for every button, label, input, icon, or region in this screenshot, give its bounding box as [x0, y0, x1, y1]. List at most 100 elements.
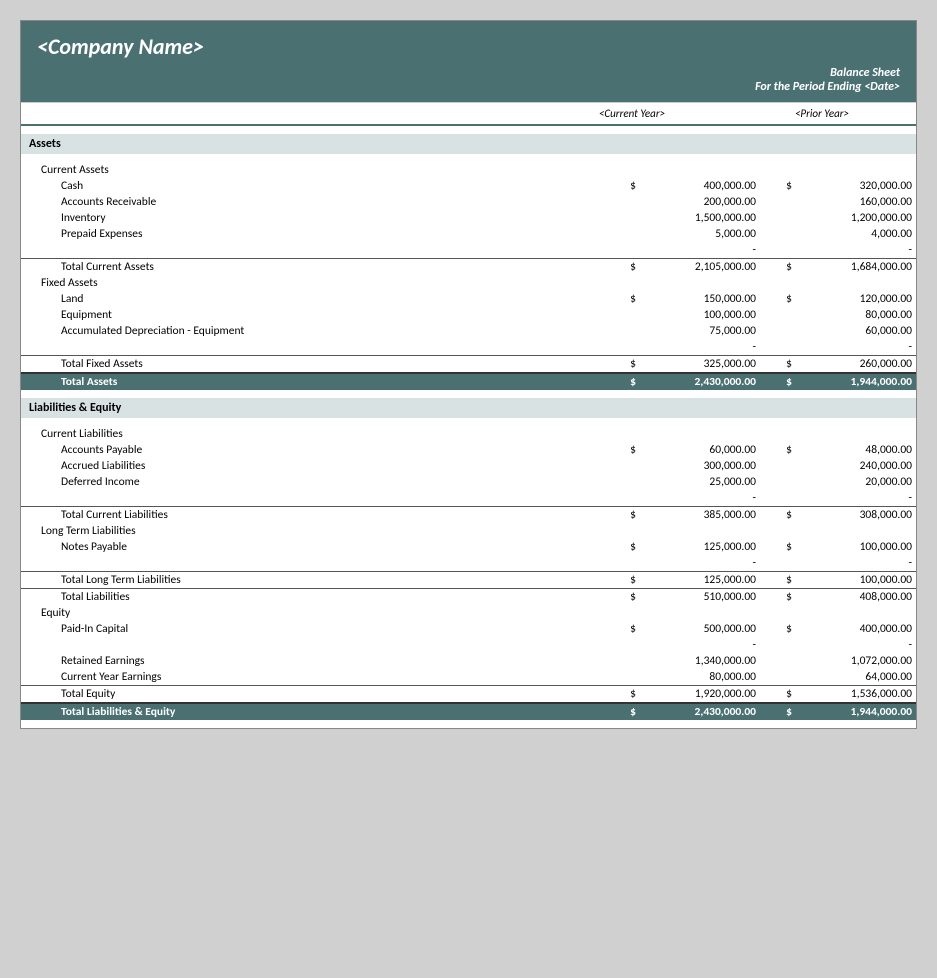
- cy-value: 2,105,000.00: [640, 259, 760, 276]
- row-label: Total Current Assets: [21, 259, 620, 276]
- table-row: Total Equity $ 1,920,000.00 $ 1,536,000.…: [21, 686, 916, 704]
- py-dollar: $: [776, 686, 796, 704]
- table-row: - -: [21, 339, 916, 356]
- table-row: Equity: [21, 605, 916, 621]
- row-label: Total Long Term Liabilities: [21, 572, 620, 589]
- cy-value: [640, 605, 760, 621]
- table-row: Total Liabilities $ 510,000.00 $ 408,000…: [21, 589, 916, 606]
- table-row: Current Year Earnings 80,000.00 64,000.0…: [21, 669, 916, 686]
- cy-dollar: [620, 474, 640, 490]
- cy-value: 150,000.00: [640, 291, 760, 307]
- grand-total-row: Total Assets $ 2,430,000.00 $ 1,944,000.…: [21, 373, 916, 390]
- row-label: Inventory: [21, 210, 620, 226]
- cy-value: 125,000.00: [640, 572, 760, 589]
- grand-total-label: Total Liabilities & Equity: [21, 703, 620, 720]
- py-dollar: [776, 523, 796, 539]
- table-row: Inventory 1,500,000.00 1,200,000.00: [21, 210, 916, 226]
- grand-py-dollar: $: [776, 373, 796, 390]
- table-row: Accounts Payable $ 60,000.00 $ 48,000.00: [21, 442, 916, 458]
- cy-value: 125,000.00: [640, 539, 760, 555]
- row-label: Accounts Receivable: [21, 194, 620, 210]
- py-dollar: $: [776, 539, 796, 555]
- table-row: - -: [21, 637, 916, 653]
- row-label: Accrued Liabilities: [21, 458, 620, 474]
- table-row: Accrued Liabilities 300,000.00 240,000.0…: [21, 458, 916, 474]
- row-label: [21, 490, 620, 507]
- cy-value: [640, 162, 760, 178]
- cy-dollar: [620, 194, 640, 210]
- row-label: [21, 339, 620, 356]
- py-value: 4,000.00: [796, 226, 916, 242]
- table-row: Current Liabilities: [21, 426, 916, 442]
- py-value: -: [796, 555, 916, 572]
- cy-value: -: [640, 490, 760, 507]
- grand-cy-dollar: $: [620, 703, 640, 720]
- cy-dollar: [620, 226, 640, 242]
- py-dollar: [776, 426, 796, 442]
- py-value: 1,536,000.00: [796, 686, 916, 704]
- py-dollar: $: [776, 572, 796, 589]
- table-row: - -: [21, 555, 916, 572]
- cy-value: 60,000.00: [640, 442, 760, 458]
- cy-value: 5,000.00: [640, 226, 760, 242]
- py-value: 64,000.00: [796, 669, 916, 686]
- cy-dollar: $: [620, 507, 640, 524]
- cy-dollar: [620, 653, 640, 669]
- cy-value: 1,920,000.00: [640, 686, 760, 704]
- py-value: 400,000.00: [796, 621, 916, 637]
- py-value: [796, 275, 916, 291]
- py-value: 1,200,000.00: [796, 210, 916, 226]
- grand-total-label: Total Assets: [21, 373, 620, 390]
- cy-value: 385,000.00: [640, 507, 760, 524]
- py-dollar: $: [776, 589, 796, 606]
- report-subtitle: For the Period Ending <Date>: [21, 80, 900, 94]
- row-label: Retained Earnings: [21, 653, 620, 669]
- py-dollar: [776, 194, 796, 210]
- spacer-row: [21, 720, 916, 728]
- cy-dollar: $: [620, 686, 640, 704]
- py-dollar: $: [776, 356, 796, 374]
- py-value: [796, 605, 916, 621]
- grand-cy-value: 2,430,000.00: [640, 373, 760, 390]
- cy-dollar: $: [620, 572, 640, 589]
- cy-dollar: $: [620, 178, 640, 194]
- row-label: Cash: [21, 178, 620, 194]
- row-label: Fixed Assets: [21, 275, 620, 291]
- cy-dollar: $: [620, 442, 640, 458]
- row-label: Total Current Liabilities: [21, 507, 620, 524]
- py-dollar: [776, 474, 796, 490]
- grand-cy-dollar: $: [620, 373, 640, 390]
- cy-value: 325,000.00: [640, 356, 760, 374]
- cy-value: 25,000.00: [640, 474, 760, 490]
- table-row: Total Fixed Assets $ 325,000.00 $ 260,00…: [21, 356, 916, 374]
- row-label: Equity: [21, 605, 620, 621]
- py-dollar: [776, 637, 796, 653]
- cy-dollar: [620, 242, 640, 259]
- row-label: Current Liabilities: [21, 426, 620, 442]
- py-dollar: [776, 653, 796, 669]
- cy-value: 75,000.00: [640, 323, 760, 339]
- table-row: Paid-In Capital $ 500,000.00 $ 400,000.0…: [21, 621, 916, 637]
- grand-total-row: Total Liabilities & Equity $ 2,430,000.0…: [21, 703, 916, 720]
- cy-dollar: [620, 339, 640, 356]
- table-row: Total Long Term Liabilities $ 125,000.00…: [21, 572, 916, 589]
- py-value: 100,000.00: [796, 539, 916, 555]
- current-year-header: <Current Year>: [536, 107, 736, 120]
- column-headers: <Current Year> <Prior Year>: [21, 102, 916, 126]
- row-label: [21, 555, 620, 572]
- table-row: Land $ 150,000.00 $ 120,000.00: [21, 291, 916, 307]
- section-header: Assets: [21, 134, 916, 154]
- cy-dollar: [620, 307, 640, 323]
- table-row: Accounts Receivable 200,000.00 160,000.0…: [21, 194, 916, 210]
- table-row: Total Current Assets $ 2,105,000.00 $ 1,…: [21, 259, 916, 276]
- table-row: Cash $ 400,000.00 $ 320,000.00: [21, 178, 916, 194]
- py-value: -: [796, 637, 916, 653]
- py-dollar: $: [776, 259, 796, 276]
- py-dollar: [776, 162, 796, 178]
- cy-value: -: [640, 242, 760, 259]
- cy-dollar: $: [620, 539, 640, 555]
- row-label: Total Equity: [21, 686, 620, 704]
- grand-py-dollar: $: [776, 703, 796, 720]
- row-label: Equipment: [21, 307, 620, 323]
- cy-value: 300,000.00: [640, 458, 760, 474]
